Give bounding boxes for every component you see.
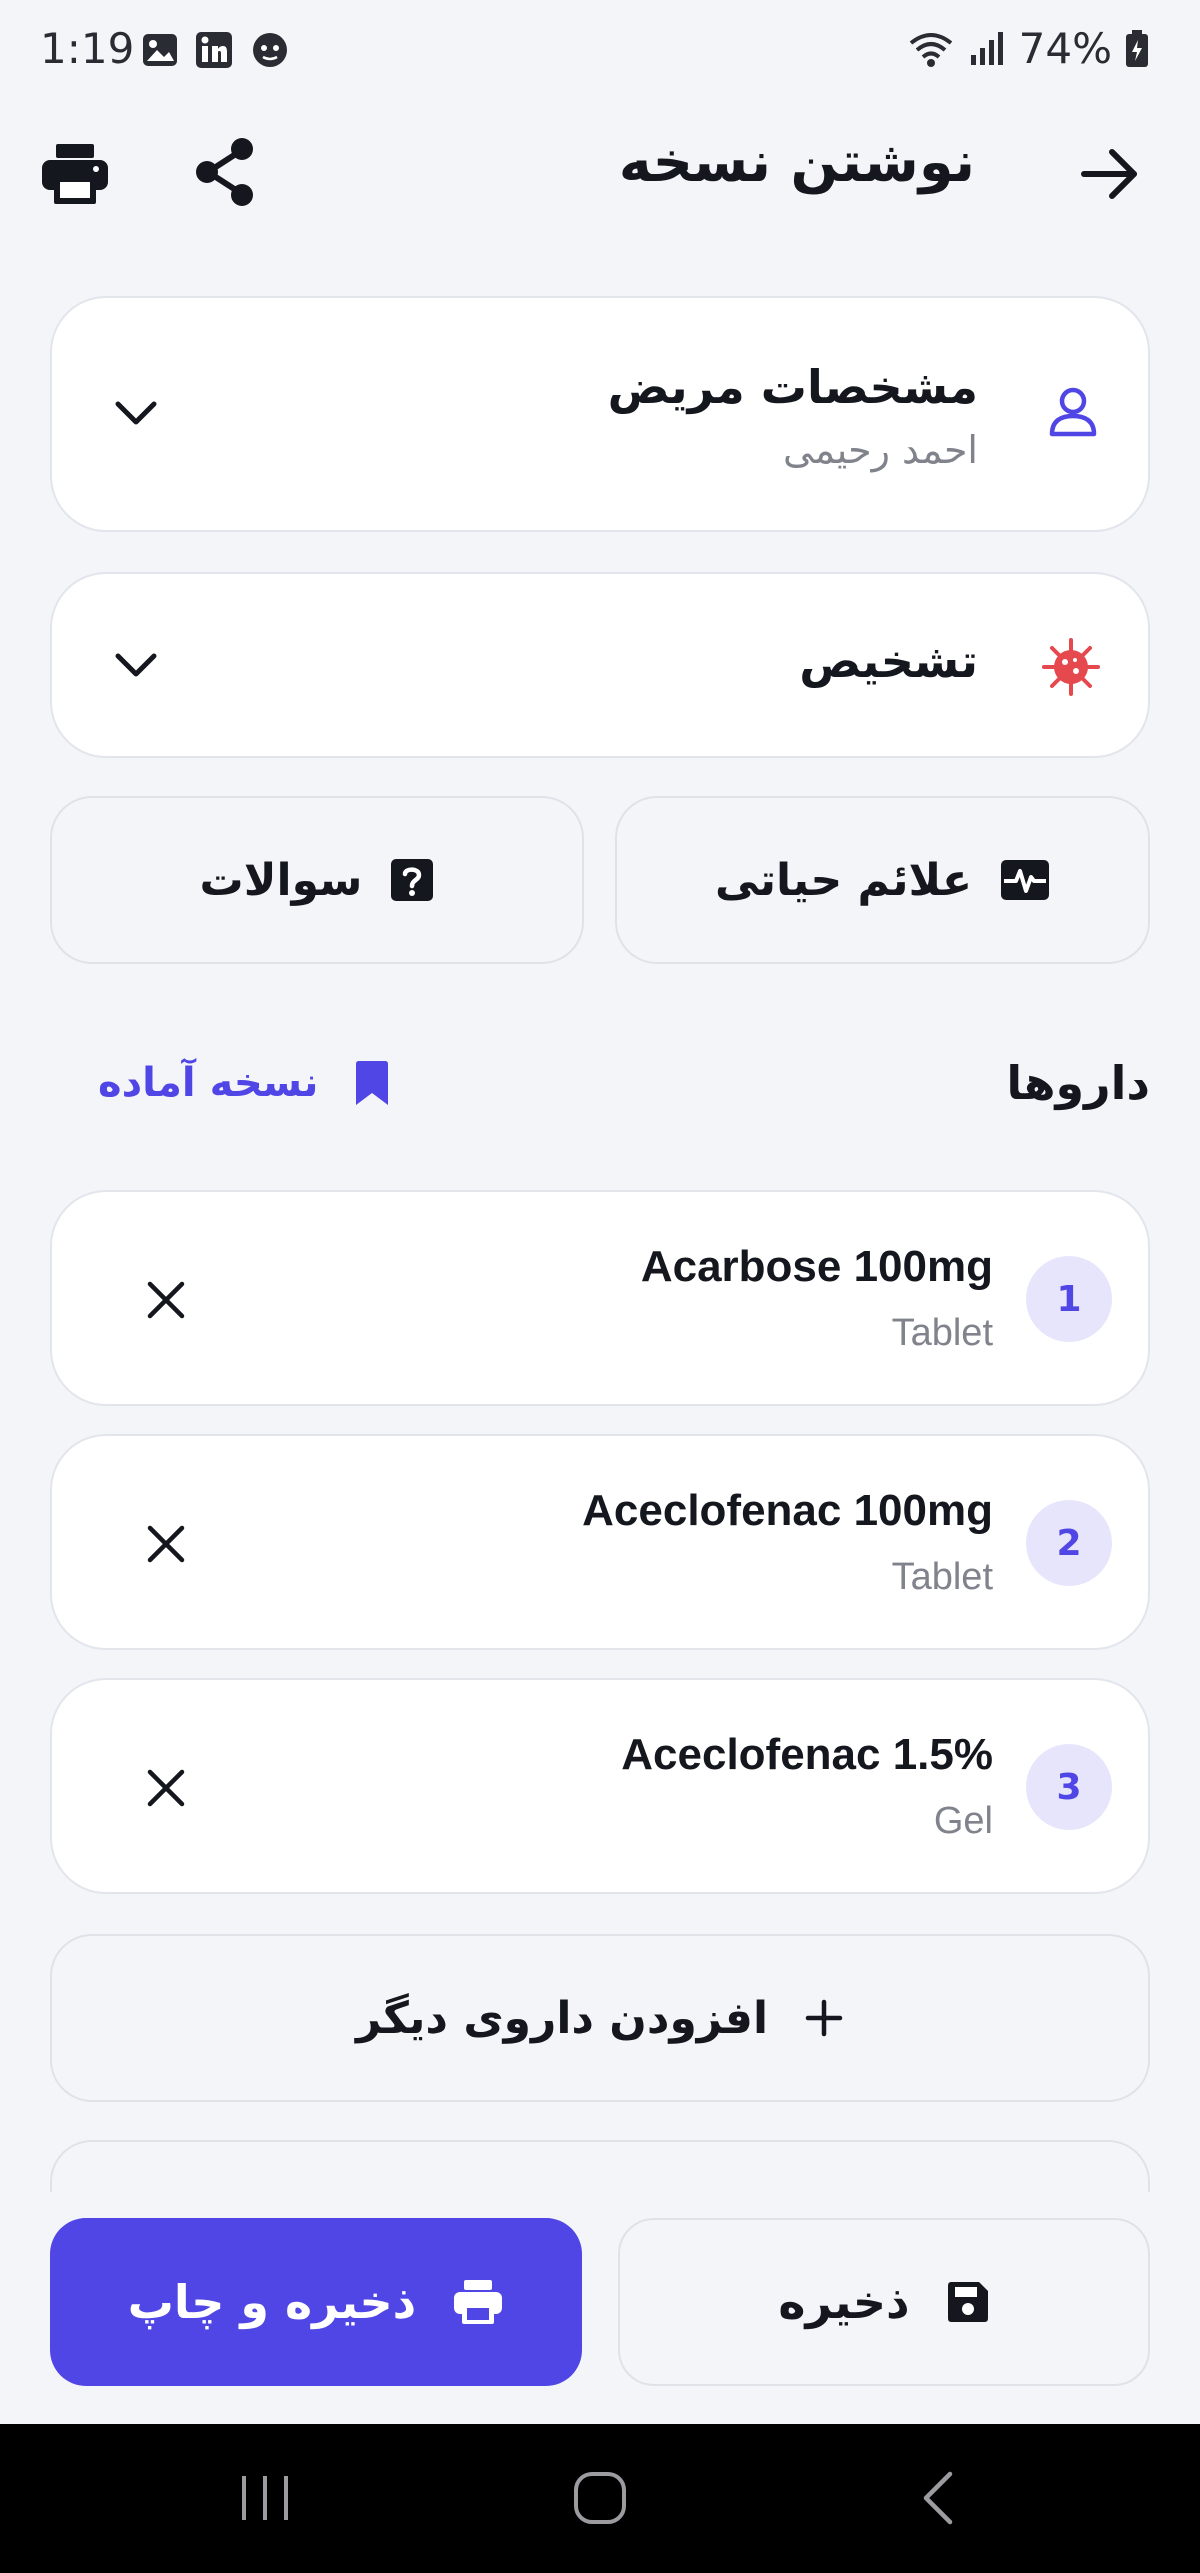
app-bar: نوشتن نسخه [0,110,1200,240]
status-notification-icons [140,30,292,70]
share-icon [196,138,253,206]
drug-form: Tablet [891,1556,993,1598]
patient-card[interactable]: مشخصات مریض احمد رحیمی [50,296,1150,532]
print-icon [42,144,108,204]
chevron-down-icon [115,653,157,677]
save-label: ذخیره [778,2275,910,2329]
drug-form: Gel [933,1800,993,1842]
linkedin-icon [196,32,232,68]
save-and-print-label: ذخیره و چاپ [127,2275,417,2329]
virus-icon [1042,638,1100,696]
home-icon[interactable] [572,2470,628,2526]
remove-drug-button[interactable] [146,1524,186,1564]
drug-item[interactable]: 1 Acarbose 100mg Tablet [50,1190,1150,1406]
print-button[interactable] [30,134,120,214]
remove-drug-button[interactable] [146,1768,186,1808]
heartbeat-icon [1001,860,1050,900]
image-icon [143,34,177,66]
bottom-action-bar: ذخیره و چاپ ذخیره [0,2192,1200,2424]
share-button[interactable] [185,130,265,214]
user-icon [1049,387,1097,437]
app-icon [253,33,287,67]
wifi-icon [909,32,952,67]
system-navigation-bar [0,2424,1200,2573]
recent-apps-icon[interactable] [238,2472,292,2524]
save-button[interactable]: ذخیره [618,2218,1150,2386]
diagnosis-card[interactable]: تشخیص [50,572,1150,758]
remove-drug-button[interactable] [146,1280,186,1320]
drug-item[interactable]: 2 Aceclofenac 100mg Tablet [50,1434,1150,1650]
status-bar: 1:19 74% [0,0,1200,110]
signal-icon [970,31,1003,65]
chevron-down-icon [115,401,157,425]
back-arrow-icon [1081,149,1137,199]
floppy-disk-icon [947,2282,988,2322]
plus-icon [805,1999,843,2037]
back-nav-icon[interactable] [918,2470,958,2526]
battery-icon [1126,29,1148,67]
status-right: 74% [907,24,1150,73]
drug-name: Acarbose 100mg [640,1242,993,1291]
battery-level: 74% [1018,24,1112,73]
drug-number-badge: 3 [1026,1744,1112,1830]
questions-label: سوالات [199,854,363,906]
drugs-section-title: داروها [1006,1056,1150,1110]
ready-prescription-label: نسخه آماده [98,1060,319,1106]
ready-prescription-link[interactable]: نسخه آماده [98,1060,390,1106]
diagnosis-title: تشخیص [799,634,978,688]
drug-number-badge: 2 [1026,1500,1112,1586]
add-drug-label: افزودن داروی دیگر [355,1992,769,2044]
questions-button[interactable]: سوالات [50,796,584,964]
status-time: 1:19 [40,24,135,73]
drug-name: Aceclofenac 1.5% [621,1730,993,1779]
vitals-label: علائم حیاتی [714,854,973,906]
drug-form: Tablet [891,1312,993,1354]
add-drug-button[interactable]: افزودن داروی دیگر [50,1934,1150,2102]
vitals-button[interactable]: علائم حیاتی [615,796,1150,964]
back-button[interactable] [1070,134,1150,214]
save-and-print-button[interactable]: ذخیره و چاپ [50,2218,582,2386]
bookmark-icon [356,1061,389,1105]
page-title: نوشتن نسخه [618,130,975,195]
drug-item[interactable]: 3 Aceclofenac 1.5% Gel [50,1678,1150,1894]
print-icon [454,2280,503,2324]
patient-card-title: مشخصات مریض [607,360,978,414]
drug-number-badge: 1 [1026,1256,1112,1342]
question-icon [391,859,434,901]
patient-name: احمد رحیمی [783,428,978,472]
drug-name: Aceclofenac 100mg [582,1486,993,1535]
